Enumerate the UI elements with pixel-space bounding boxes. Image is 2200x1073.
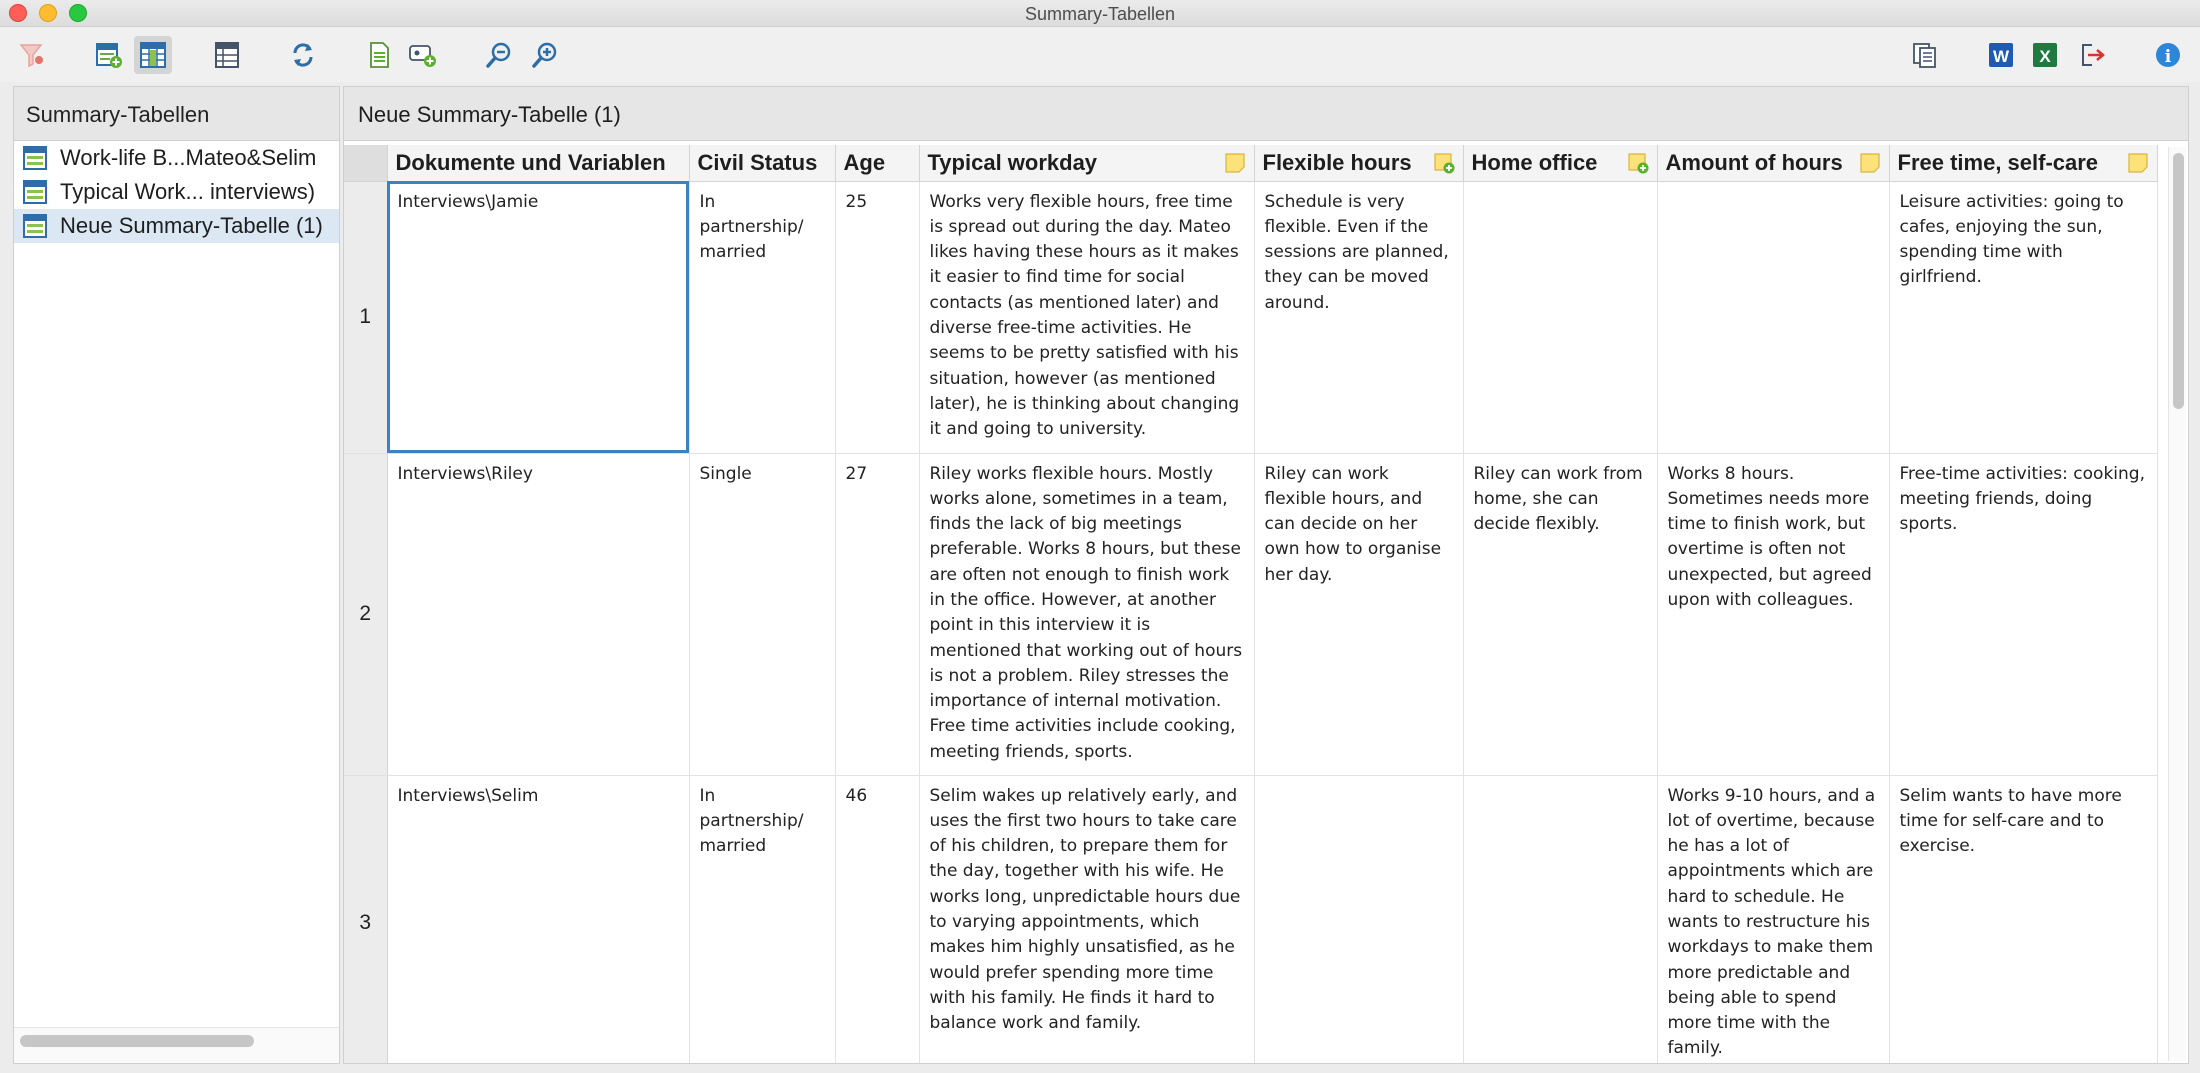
cell-free-time[interactable]: Leisure activities: going to cafes, enjo… xyxy=(1889,181,2158,454)
cell-home-office[interactable] xyxy=(1463,181,1658,454)
memo-icon[interactable] xyxy=(1859,152,1881,174)
cell-amount-of-hours[interactable] xyxy=(1657,181,1890,454)
toolbar: W X i xyxy=(0,27,2200,82)
header-row: Dokumente und Variablen Civil Status Age… xyxy=(344,145,2158,182)
sidebar: Summary-Tabellen Work-life B...Mateo&Sel… xyxy=(13,86,340,1064)
zoom-in-icon[interactable] xyxy=(526,36,564,74)
cell-civil-status[interactable]: In partnership/ married xyxy=(689,181,836,454)
add-variable-icon[interactable] xyxy=(404,36,442,74)
memo-icon[interactable] xyxy=(2127,152,2149,174)
cell-document[interactable]: Interviews\Selim xyxy=(387,775,690,1063)
sidebar-horizontal-scrollbar[interactable] xyxy=(14,1027,339,1063)
add-memo-icon[interactable] xyxy=(1433,152,1455,174)
table-scroll-thumb[interactable] xyxy=(2173,153,2184,409)
cell-flexible-hours[interactable]: Schedule is very flexible. Even if the s… xyxy=(1254,181,1464,454)
cell-amount-of-hours[interactable]: Works 8 hours. Sometimes needs more time… xyxy=(1657,453,1890,776)
excel-export-icon[interactable]: X xyxy=(2026,36,2064,74)
excel-export-label: X xyxy=(2039,47,2051,66)
column-header-age[interactable]: Age xyxy=(835,145,920,182)
summary-table-icon xyxy=(23,214,47,238)
cell-civil-status[interactable]: Single xyxy=(689,453,836,776)
info-icon[interactable]: i xyxy=(2149,36,2187,74)
summary-table-icon xyxy=(23,146,47,170)
summary-grid: Dokumente und Variablen Civil Status Age… xyxy=(344,145,2164,1063)
cell-civil-status[interactable]: In partnership/ married xyxy=(689,775,836,1063)
sidebar-item-work-life[interactable]: Work-life B...Mateo&Selim xyxy=(14,141,339,175)
sidebar-item-neue-summary[interactable]: Neue Summary-Tabelle (1) xyxy=(14,209,339,243)
cell-document[interactable]: Interviews\Jamie xyxy=(387,181,690,454)
new-summary-table-icon[interactable] xyxy=(90,36,128,74)
title-bar: Summary-Tabellen xyxy=(0,0,2200,27)
summary-table: Dokumente und Variablen Civil Status Age… xyxy=(344,145,2158,1063)
sidebar-item-typical-work[interactable]: Typical Work... interviews) xyxy=(14,175,339,209)
columns-icon[interactable] xyxy=(208,36,246,74)
cell-amount-of-hours[interactable]: Works 9-10 hours, and a lot of overtime,… xyxy=(1657,775,1890,1063)
column-header-typical-workday[interactable]: Typical workday xyxy=(919,145,1255,182)
copy-icon[interactable] xyxy=(1906,36,1944,74)
row-number[interactable]: 3 xyxy=(344,775,388,1063)
column-header-free-time[interactable]: Free time, self-care xyxy=(1889,145,2158,182)
export-icon[interactable] xyxy=(2073,36,2111,74)
cell-flexible-hours[interactable]: Riley can work flexible hours, and can d… xyxy=(1254,453,1464,776)
column-header-documents[interactable]: Dokumente und Variablen xyxy=(387,145,690,182)
cell-age[interactable]: 46 xyxy=(835,775,920,1063)
cell-typical-workday[interactable]: Works very flexible hours, free time is … xyxy=(919,181,1255,454)
filter-icon[interactable] xyxy=(13,36,51,74)
table-row: 2 Interviews\Riley Single 27 Riley works… xyxy=(344,453,2158,776)
sidebar-item-label: Typical Work... interviews) xyxy=(60,179,316,204)
document-icon[interactable] xyxy=(360,36,398,74)
word-export-icon[interactable]: W xyxy=(1982,36,2020,74)
summary-table-icon xyxy=(23,180,47,204)
column-header-flexible-hours[interactable]: Flexible hours xyxy=(1254,145,1464,182)
add-memo-icon[interactable] xyxy=(1627,152,1649,174)
table-row: 3 Interviews\Selim In partnership/ marri… xyxy=(344,775,2158,1063)
main-panel: Neue Summary-Tabelle (1) Dokumente und V… xyxy=(343,86,2189,1064)
cell-home-office[interactable]: Riley can work from home, she can decide… xyxy=(1463,453,1658,776)
table-row: 1 Interviews\Jamie In partnership/ marri… xyxy=(344,181,2158,454)
sidebar-title: Summary-Tabellen xyxy=(14,87,339,141)
table-vertical-scrollbar[interactable] xyxy=(2168,147,2186,1061)
summary-grid-icon[interactable] xyxy=(134,36,172,74)
zoom-out-icon[interactable] xyxy=(480,36,518,74)
refresh-icon[interactable] xyxy=(284,36,322,74)
cell-typical-workday[interactable]: Riley works flexible hours. Mostly works… xyxy=(919,453,1255,776)
column-header-amount-of-hours[interactable]: Amount of hours xyxy=(1657,145,1890,182)
row-number[interactable]: 2 xyxy=(344,453,388,776)
column-header-home-office[interactable]: Home office xyxy=(1463,145,1658,182)
cell-age[interactable]: 25 xyxy=(835,181,920,454)
sidebar-item-label: Neue Summary-Tabelle (1) xyxy=(60,213,323,238)
sidebar-scroll-thumb[interactable] xyxy=(20,1035,254,1047)
cell-document[interactable]: Interviews\Riley xyxy=(387,453,690,776)
column-header-civil-status[interactable]: Civil Status xyxy=(689,145,836,182)
window-title: Summary-Tabellen xyxy=(1024,4,1176,24)
word-export-label: W xyxy=(1993,47,2010,66)
row-number[interactable]: 1 xyxy=(344,181,388,454)
cell-free-time[interactable]: Selim wants to have more time for self-c… xyxy=(1889,775,2158,1063)
cell-free-time[interactable]: Free-time activities: cooking, meeting f… xyxy=(1889,453,2158,776)
memo-icon[interactable] xyxy=(1224,152,1246,174)
corner-cell[interactable] xyxy=(344,145,388,182)
info-label: i xyxy=(2165,47,2172,67)
cell-typical-workday[interactable]: Selim wakes up relatively early, and use… xyxy=(919,775,1255,1063)
cell-home-office[interactable] xyxy=(1463,775,1658,1063)
sidebar-item-label: Work-life B...Mateo&Selim xyxy=(60,145,317,170)
cell-flexible-hours[interactable] xyxy=(1254,775,1464,1063)
cell-age[interactable]: 27 xyxy=(835,453,920,776)
table-title: Neue Summary-Tabelle (1) xyxy=(344,87,2188,141)
